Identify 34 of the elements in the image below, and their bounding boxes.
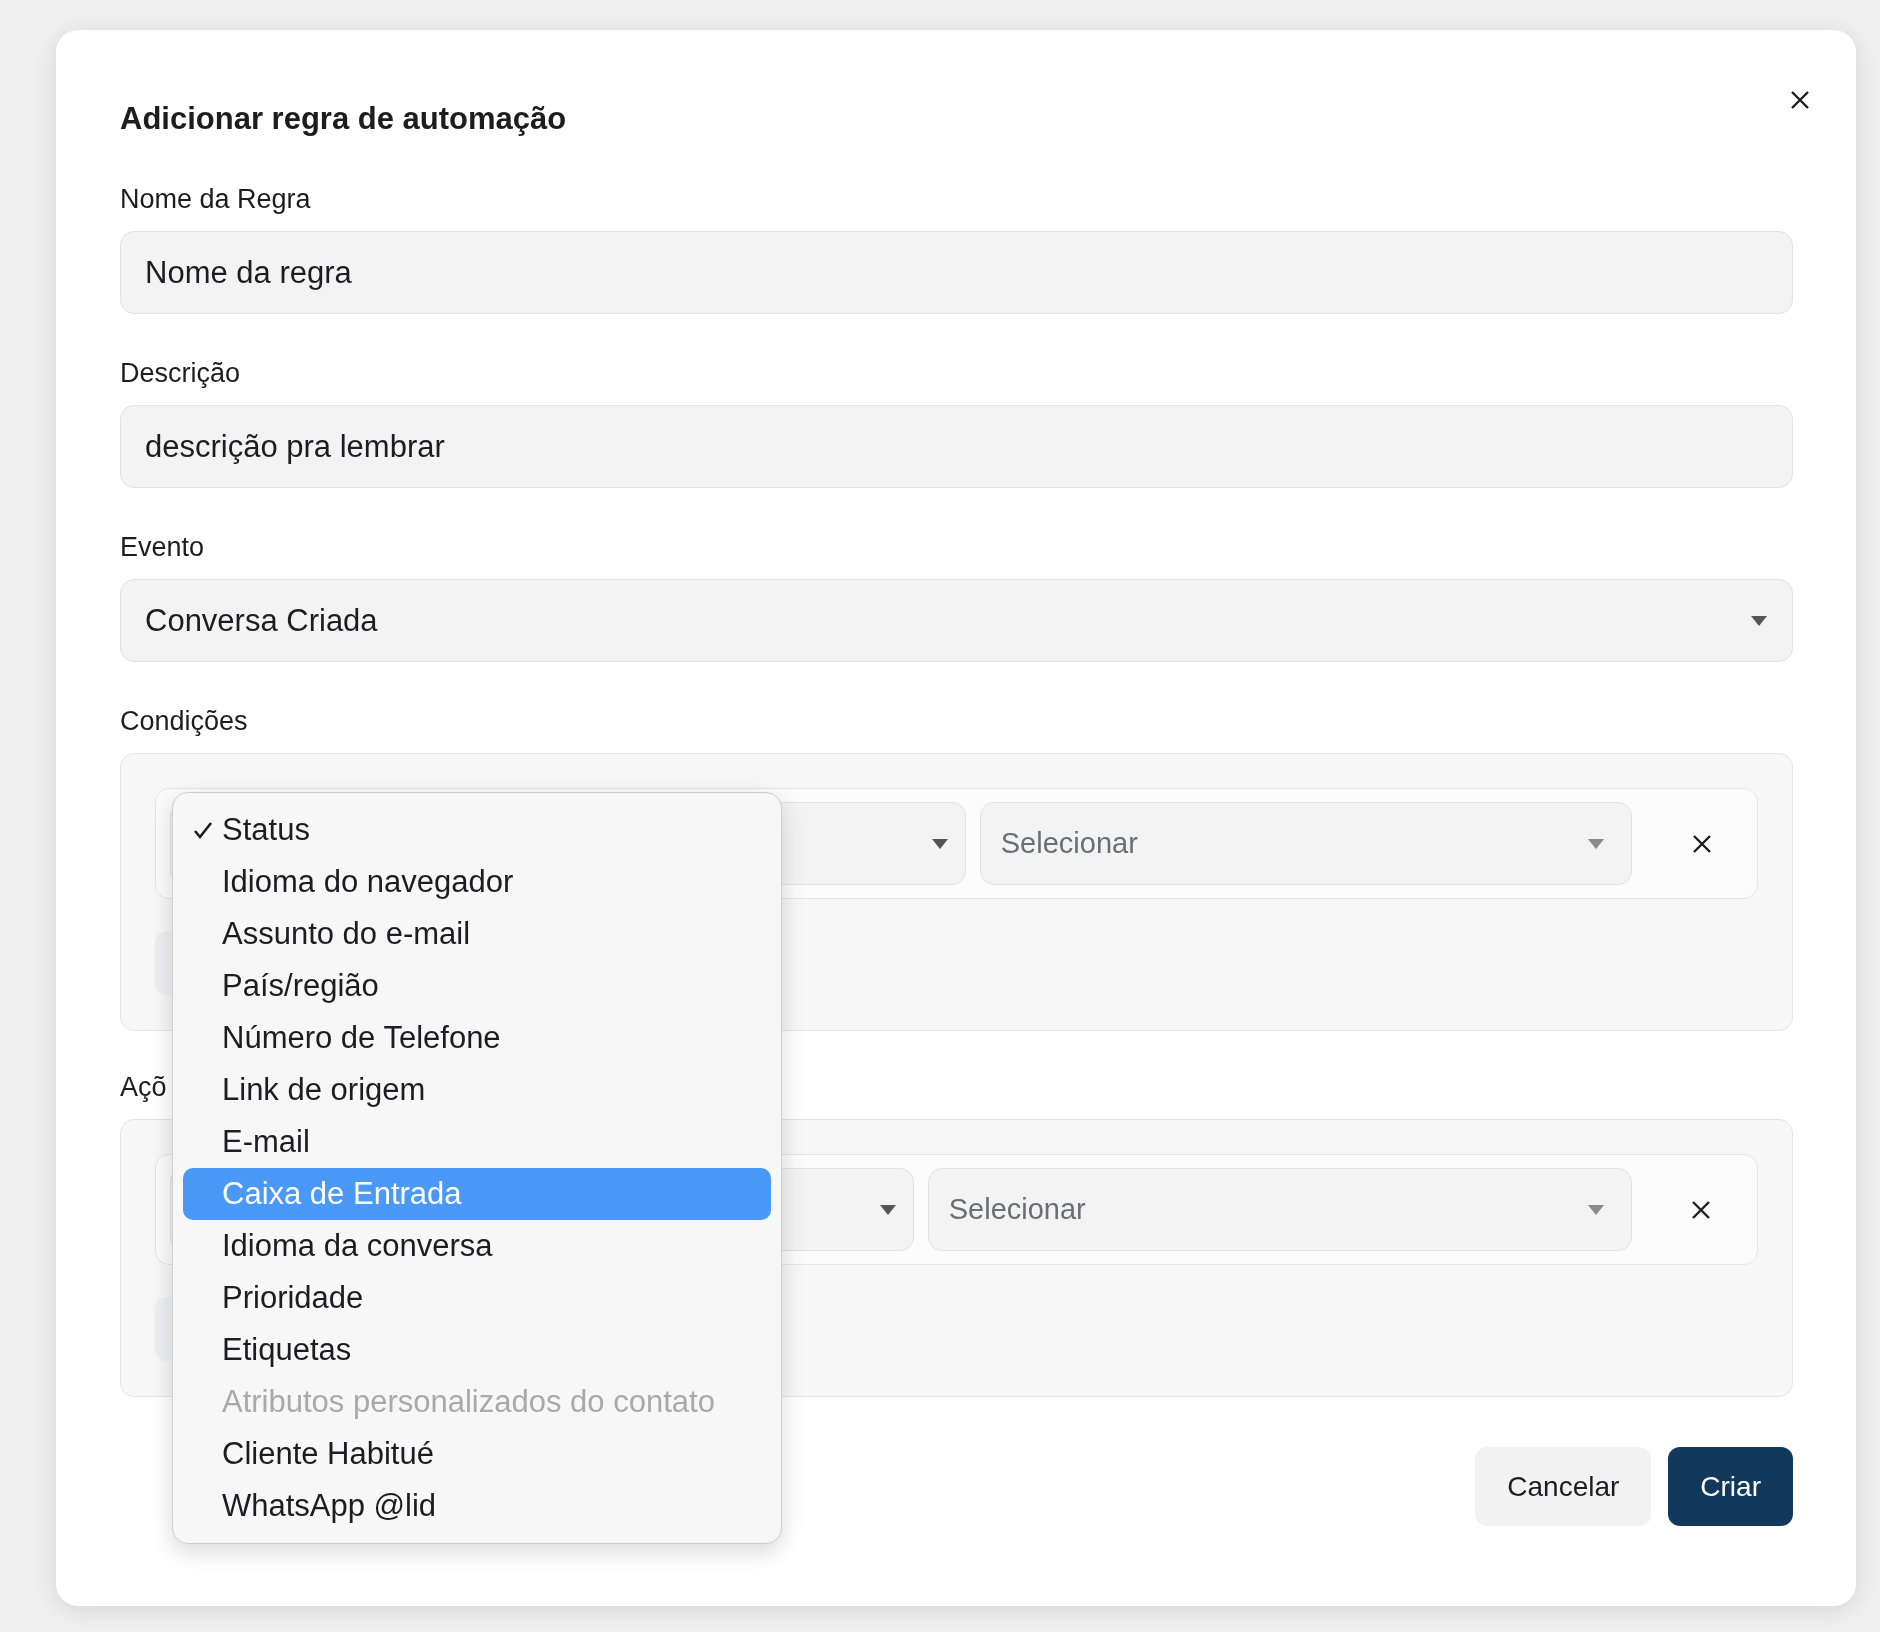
section-label: Condições [120,705,248,738]
input-field[interactable]: Nome da regra [120,231,1793,314]
field-label: Nome da Regra [120,183,312,216]
section-label: Açõ [120,1071,167,1104]
field-label: Descrição [120,357,242,390]
create-button[interactable]: Criar [1668,1447,1793,1526]
menu-option[interactable]: Status [183,804,771,856]
menu-option[interactable]: Idioma da conversa [183,1220,771,1272]
close-icon [1691,1199,1712,1220]
menu-option[interactable]: Assunto do e-mail [183,908,771,960]
close-icon [1691,833,1712,854]
caret-icon [930,837,949,850]
input-field[interactable]: descrição pra lembrar [120,405,1793,488]
menu-option[interactable]: Idioma do navegador [183,856,771,908]
value-select[interactable]: Selecionar [979,802,1633,885]
menu-option[interactable]: Link de origem [183,1064,771,1116]
field-label: Evento [120,531,206,564]
menu-option[interactable]: Prioridade [183,1272,771,1324]
caret-icon [1586,1203,1605,1216]
cancel-button[interactable]: Cancelar [1475,1447,1652,1526]
menu-option[interactable]: País/região [183,960,771,1012]
menu-option: Atributos personalizados do contato [183,1376,771,1428]
menu-option[interactable]: Número de Telefone [183,1012,771,1064]
menu-option[interactable]: Cliente Habitué [183,1428,771,1480]
caret-icon [1750,614,1768,627]
menu-option[interactable]: Etiquetas [183,1324,771,1376]
menu-option[interactable]: WhatsApp @lid [183,1480,771,1532]
close-icon [1790,90,1810,110]
value-select[interactable]: Selecionar [927,1168,1632,1251]
menu-option[interactable]: E-mail [183,1116,771,1168]
caret-icon [878,1203,897,1216]
caret-icon [1587,837,1606,850]
dialog-title: Adicionar regra de automação [120,100,568,138]
event-select[interactable]: Conversa Criada [120,579,1793,662]
